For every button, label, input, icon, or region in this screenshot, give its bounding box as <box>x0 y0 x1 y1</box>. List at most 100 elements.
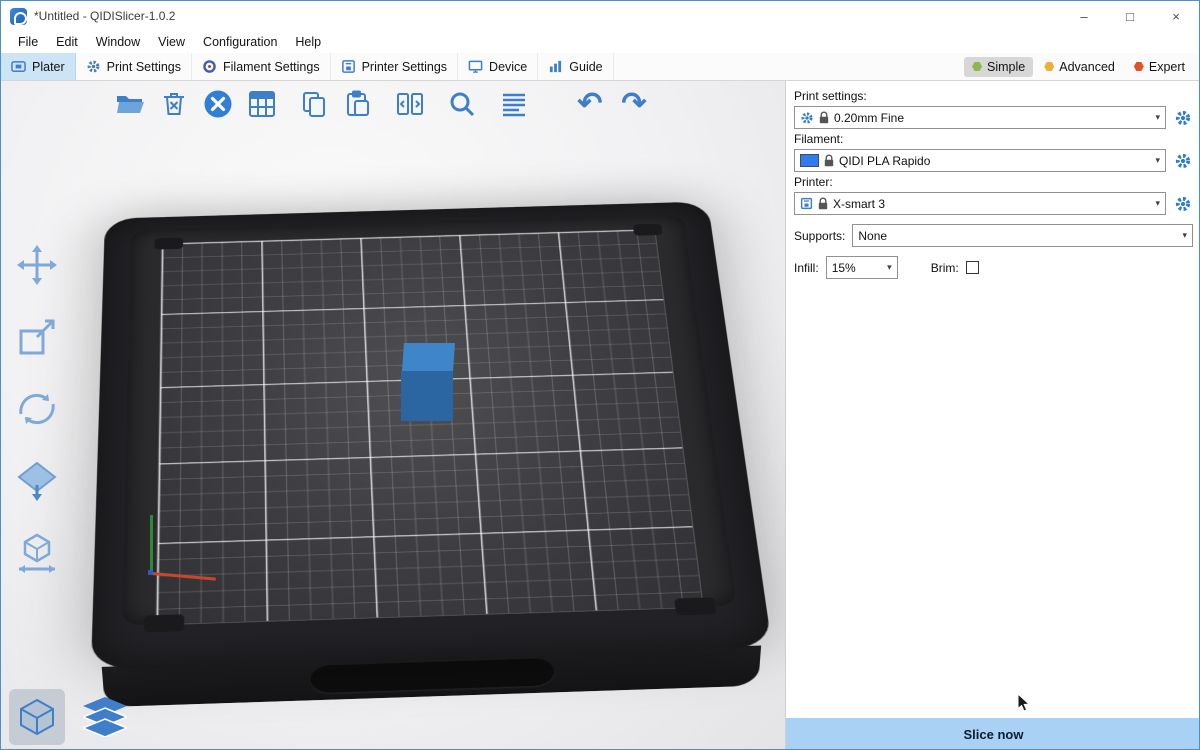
slice-now-button[interactable]: Slice now <box>786 718 1200 750</box>
3d-viewport[interactable]: ↶ ↷ <box>1 81 785 750</box>
printer-label: Printer: <box>794 175 1193 189</box>
menubar: File Edit Window View Configuration Help <box>1 31 1199 53</box>
printer-value: X-smart 3 <box>833 197 885 211</box>
device-icon <box>468 59 483 74</box>
infill-combo[interactable]: 15% ▾ <box>826 256 898 279</box>
measure-icon <box>15 531 59 575</box>
measure-button[interactable] <box>13 529 61 577</box>
scale-button[interactable] <box>13 313 61 361</box>
gear-icon <box>86 59 101 74</box>
maximize-button[interactable]: □ <box>1107 1 1153 31</box>
scale-icon <box>15 315 59 359</box>
copy-button[interactable] <box>297 87 331 121</box>
3d-editor-view-button[interactable] <box>9 689 65 745</box>
tab-guide[interactable]: Guide <box>538 53 613 80</box>
supports-combo[interactable]: None ▾ <box>852 224 1193 247</box>
scene <box>1 81 785 750</box>
guide-icon <box>548 59 563 74</box>
chevron-down-icon: ▾ <box>1151 112 1160 123</box>
filament-combo[interactable]: QIDI PLA Rapido ▾ <box>794 149 1166 172</box>
bed-tray-handle <box>310 658 554 693</box>
gear-icon <box>1174 195 1192 213</box>
delete-icon <box>159 89 189 119</box>
place-on-face-button[interactable] <box>13 457 61 505</box>
preview-view-button[interactable] <box>77 689 133 745</box>
printer-combo[interactable]: X-smart 3 ▾ <box>794 192 1166 215</box>
move-button[interactable] <box>13 241 61 289</box>
simple-mode-dot <box>972 62 982 72</box>
axes-origin <box>148 570 153 575</box>
bed-clip <box>674 597 716 615</box>
mode-simple[interactable]: Simple <box>964 57 1033 77</box>
mouse-cursor <box>1017 693 1031 718</box>
print-bed <box>91 201 772 668</box>
tab-label: Filament Settings <box>223 60 320 74</box>
tab-label: Plater <box>32 60 65 74</box>
bed-clip <box>633 224 663 236</box>
close-button[interactable]: × <box>1153 1 1199 31</box>
redo-icon: ↷ <box>621 89 646 119</box>
edit-printer-button[interactable] <box>1173 194 1193 214</box>
chevron-down-icon: ▾ <box>1151 155 1160 166</box>
delete-button[interactable] <box>157 87 191 121</box>
arrange-button[interactable] <box>245 87 279 121</box>
filament-color-swatch <box>800 154 819 167</box>
tab-filament-settings[interactable]: Filament Settings <box>192 53 331 80</box>
mode-advanced[interactable]: Advanced <box>1036 57 1123 77</box>
rotate-button[interactable] <box>13 385 61 433</box>
tab-print-settings[interactable]: Print Settings <box>76 53 192 80</box>
qidislicer-window: *Untitled - QIDISlicer-1.0.2 – □ × File … <box>0 0 1200 750</box>
chevron-down-icon: ▾ <box>1151 198 1160 209</box>
menu-view[interactable]: View <box>149 33 194 51</box>
print-settings-combo[interactable]: 0.20mm Fine ▾ <box>794 106 1166 129</box>
edit-filament-button[interactable] <box>1173 151 1193 171</box>
menu-edit[interactable]: Edit <box>47 33 87 51</box>
tab-device[interactable]: Device <box>458 53 538 80</box>
delete-all-button[interactable] <box>201 87 235 121</box>
gizmo-toolbar <box>13 241 61 577</box>
menu-file[interactable]: File <box>9 33 47 51</box>
menu-window[interactable]: Window <box>87 33 149 51</box>
search-button[interactable] <box>445 87 479 121</box>
minimize-button[interactable]: – <box>1061 1 1107 31</box>
lock-icon <box>824 154 834 167</box>
print-settings-value: 0.20mm Fine <box>834 111 904 125</box>
mode-expert[interactable]: Expert <box>1126 57 1193 77</box>
titlebar: *Untitled - QIDISlicer-1.0.2 – □ × <box>1 1 1199 31</box>
paste-icon <box>343 89 373 119</box>
tab-label: Guide <box>569 60 602 74</box>
redo-button[interactable]: ↷ <box>617 87 651 121</box>
variable-layer-height-icon <box>499 89 529 119</box>
tab-plater[interactable]: Plater <box>1 53 76 80</box>
chevron-down-icon: ▾ <box>883 262 892 273</box>
split-icon <box>395 89 425 119</box>
filament-label: Filament: <box>794 132 1193 146</box>
infill-label: Infill: <box>794 261 819 275</box>
split-button[interactable] <box>393 87 427 121</box>
move-icon <box>15 243 59 287</box>
filament-icon <box>202 59 217 74</box>
3d-editor-view-icon <box>17 697 57 737</box>
chevron-down-icon: ▾ <box>1178 230 1187 241</box>
brim-checkbox[interactable] <box>966 261 979 274</box>
undo-button[interactable]: ↶ <box>573 87 607 121</box>
rotate-icon <box>14 386 60 432</box>
supports-label: Supports: <box>794 229 845 243</box>
menu-configuration[interactable]: Configuration <box>194 33 286 51</box>
tab-printer-settings[interactable]: Printer Settings <box>331 53 458 80</box>
window-controls: – □ × <box>1061 1 1199 31</box>
open-file-button[interactable] <box>113 87 147 121</box>
mode-label: Advanced <box>1059 60 1115 74</box>
lock-icon <box>818 197 828 210</box>
paste-button[interactable] <box>341 87 375 121</box>
edit-print-settings-button[interactable] <box>1173 108 1193 128</box>
mode-selector: Simple Advanced Expert <box>964 53 1199 80</box>
tab-label: Device <box>489 60 527 74</box>
model-cube[interactable] <box>399 341 457 423</box>
mode-label: Simple <box>987 60 1025 74</box>
printer-icon <box>341 59 356 74</box>
menu-help[interactable]: Help <box>286 33 330 51</box>
lock-icon <box>819 111 829 124</box>
place-on-face-icon <box>15 459 59 503</box>
variable-layer-height-button[interactable] <box>497 87 531 121</box>
